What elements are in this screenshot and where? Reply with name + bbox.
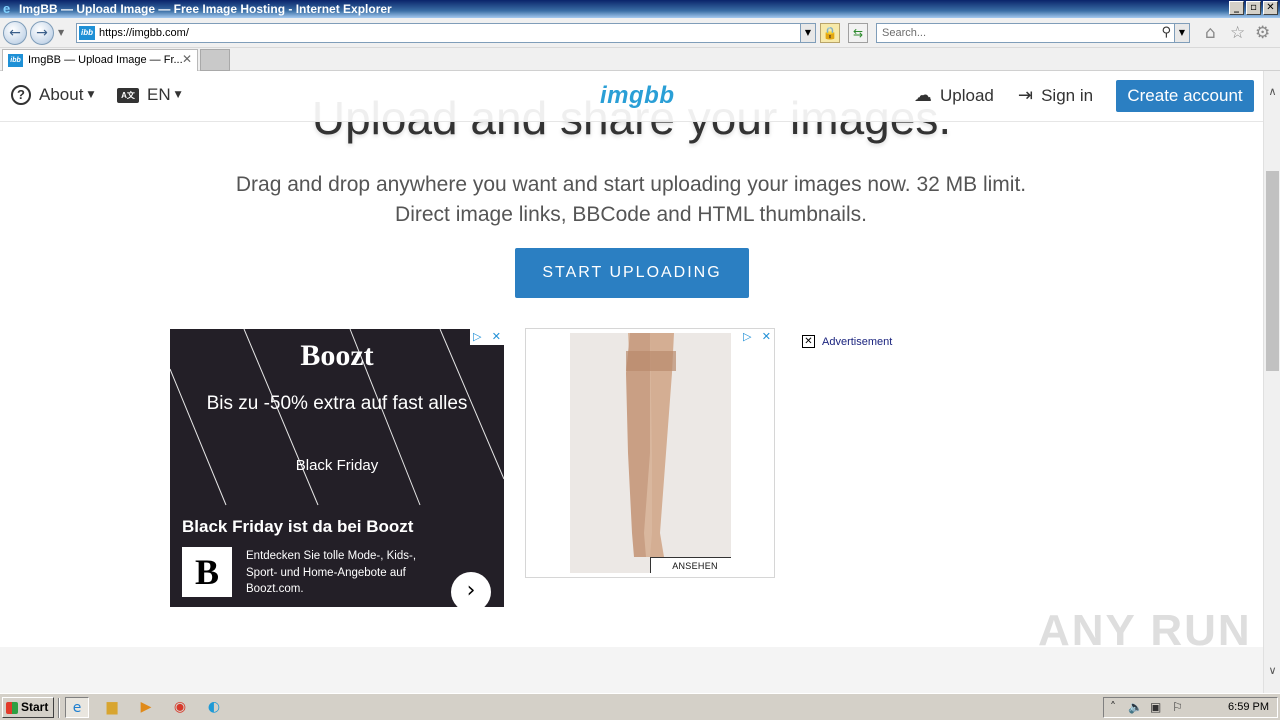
edge-taskbar-icon[interactable]: ◐ xyxy=(202,697,226,718)
ad-description: Entdecken Sie tolle Mode-, Kids-, Sport-… xyxy=(246,550,417,595)
tab-strip: ibb ImgBB — Upload Image — Fr... ✕ xyxy=(0,48,1280,71)
boozt-ad[interactable]: ▷ ✕ Boozt Bis zu -50% extra auf fast all… xyxy=(170,329,504,607)
minimize-button[interactable]: _ xyxy=(1229,1,1244,15)
adchoices-icon[interactable]: ▷ xyxy=(743,329,751,345)
ansehen-button[interactable]: ANSEHEN xyxy=(650,557,731,573)
favorites-star-icon[interactable]: ☆ xyxy=(1230,24,1245,42)
ad-subline: Black Friday xyxy=(295,457,379,474)
new-tab-button[interactable] xyxy=(200,49,230,71)
ad-close-icon[interactable]: ✕ xyxy=(762,329,771,345)
advertisement-text: Advertisement xyxy=(822,335,893,348)
window-controls: _ ▫ ✕ xyxy=(1229,1,1278,15)
upload-label: Upload xyxy=(940,85,994,105)
site-favicon-icon: ibb xyxy=(79,26,95,40)
question-circle-icon: ? xyxy=(11,85,31,105)
signin-label: Sign in xyxy=(1041,85,1094,105)
ad-product-image[interactable]: ANSEHEN xyxy=(570,333,731,573)
network-icon[interactable]: ▣ xyxy=(1150,700,1161,714)
window-titlebar: e ImgBB — Upload Image — Free Image Host… xyxy=(0,0,1280,18)
anyrun-watermark: ANY RUN xyxy=(1038,606,1252,655)
ie-logo-icon: e xyxy=(3,1,11,16)
forward-button[interactable]: → xyxy=(30,21,54,45)
address-bar[interactable]: ibb https://imgbb.com/ ▼ xyxy=(76,23,816,43)
scroll-up-icon[interactable]: ∧ xyxy=(1264,83,1280,100)
refresh-button[interactable]: ⇆ xyxy=(848,23,868,43)
ad-title[interactable]: Black Friday ist da bei Boozt xyxy=(182,517,413,537)
ad-headline: Bis zu -50% extra auf fast alles xyxy=(206,393,468,414)
sign-in-icon: ⇥ xyxy=(1018,85,1034,106)
signin-link[interactable]: ⇥ Sign in xyxy=(1018,85,1093,106)
system-tray: ˄ 🔈 ▣ ⚐ 6:59 PM xyxy=(1103,697,1278,718)
start-button[interactable]: Start xyxy=(2,697,54,718)
cloud-upload-icon: ☁ xyxy=(914,85,932,106)
taskbar-separator xyxy=(58,698,60,718)
tab-imgbb[interactable]: ibb ImgBB — Upload Image — Fr... ✕ xyxy=(2,49,198,71)
security-lock-icon[interactable]: 🔒 xyxy=(820,23,840,43)
ad-choices[interactable]: ▷ ✕ xyxy=(740,329,774,345)
tab-title: ImgBB — Upload Image — Fr... xyxy=(28,54,183,66)
caret-down-icon: ▼ xyxy=(174,90,182,100)
create-account-button[interactable]: Create account xyxy=(1116,80,1254,112)
search-box[interactable]: Search... ⚲ ▼ xyxy=(876,23,1190,43)
search-icon[interactable]: ⚲ xyxy=(1161,25,1171,40)
chevron-right-icon[interactable]: › xyxy=(451,572,491,607)
scroll-down-icon[interactable]: ∨ xyxy=(1264,662,1280,679)
back-arrow-icon: ← xyxy=(9,25,21,41)
language-label: EN xyxy=(147,85,171,104)
action-center-flag-icon[interactable]: ⚐ xyxy=(1172,700,1183,714)
taskbar-clock[interactable]: 6:59 PM xyxy=(1228,701,1269,713)
tab-close-icon[interactable]: ✕ xyxy=(182,52,192,66)
about-label: About xyxy=(39,85,84,104)
site-logo[interactable]: imgbb xyxy=(600,82,675,110)
restore-button[interactable]: ▫ xyxy=(1246,1,1261,15)
windows-flag-icon xyxy=(6,702,18,714)
language-menu[interactable]: A文 EN ▼ xyxy=(117,85,182,105)
tab-favicon-icon: ibb xyxy=(8,54,23,67)
boozt-logo: Boozt xyxy=(300,339,374,372)
upload-link[interactable]: ☁ Upload xyxy=(914,85,994,106)
hero-subtitle: Drag and drop anywhere you want and star… xyxy=(235,173,1027,226)
page-scrollbar[interactable]: ∧ ∨ xyxy=(1263,71,1280,693)
home-icon[interactable]: ⌂ xyxy=(1205,24,1216,42)
ad-close-box-icon[interactable]: ✕ xyxy=(802,335,815,348)
stockings-ad[interactable]: ANSEHEN ▷ ✕ xyxy=(525,328,775,578)
back-button[interactable]: ← xyxy=(3,21,27,45)
window-title: ImgBB — Upload Image — Free Image Hostin… xyxy=(19,2,392,16)
start-uploading-button[interactable]: START UPLOADING xyxy=(515,248,749,298)
about-menu[interactable]: ? About ▼ xyxy=(11,85,94,105)
address-dropdown-icon[interactable]: ▼ xyxy=(800,24,815,42)
search-input[interactable]: Search... xyxy=(882,27,926,39)
forward-arrow-icon: → xyxy=(36,25,48,41)
folder-taskbar-icon[interactable]: ▆ xyxy=(100,697,124,718)
taskbar: Start e ▆ ▶ ◉ ◐ ˄ 🔈 ▣ ⚐ 6:59 PM xyxy=(0,693,1280,720)
close-button[interactable]: ✕ xyxy=(1263,1,1278,15)
start-label: Start xyxy=(21,700,49,714)
page-viewport: Upload and share your images. ? About ▼ … xyxy=(0,71,1263,693)
scrollbar-thumb[interactable] xyxy=(1266,171,1279,371)
settings-gear-icon[interactable]: ⚙ xyxy=(1255,24,1270,42)
tray-expand-icon[interactable]: ˄ xyxy=(1110,700,1116,714)
search-dropdown-icon[interactable]: ▼ xyxy=(1174,24,1189,42)
boozt-b-logo: B xyxy=(182,547,232,597)
language-icon: A文 xyxy=(117,87,139,103)
volume-icon[interactable]: 🔈 xyxy=(1128,700,1143,714)
media-player-taskbar-icon[interactable]: ▶ xyxy=(134,697,158,718)
ie-taskbar-icon[interactable]: e xyxy=(65,697,89,718)
caret-down-icon: ▼ xyxy=(87,90,95,100)
address-url[interactable]: https://imgbb.com/ xyxy=(99,27,189,39)
site-header: ? About ▼ A文 EN ▼ imgbb ☁ Upload ⇥ Sign … xyxy=(0,71,1263,122)
legs-illustration xyxy=(570,333,731,573)
browser-toolbar: ← → ▼ ibb https://imgbb.com/ ▼ 🔒 ⇆ Searc… xyxy=(0,18,1280,48)
history-dropdown-icon[interactable]: ▼ xyxy=(58,28,64,37)
chrome-taskbar-icon[interactable]: ◉ xyxy=(168,697,192,718)
advertisement-label[interactable]: ✕ Advertisement xyxy=(802,335,892,348)
